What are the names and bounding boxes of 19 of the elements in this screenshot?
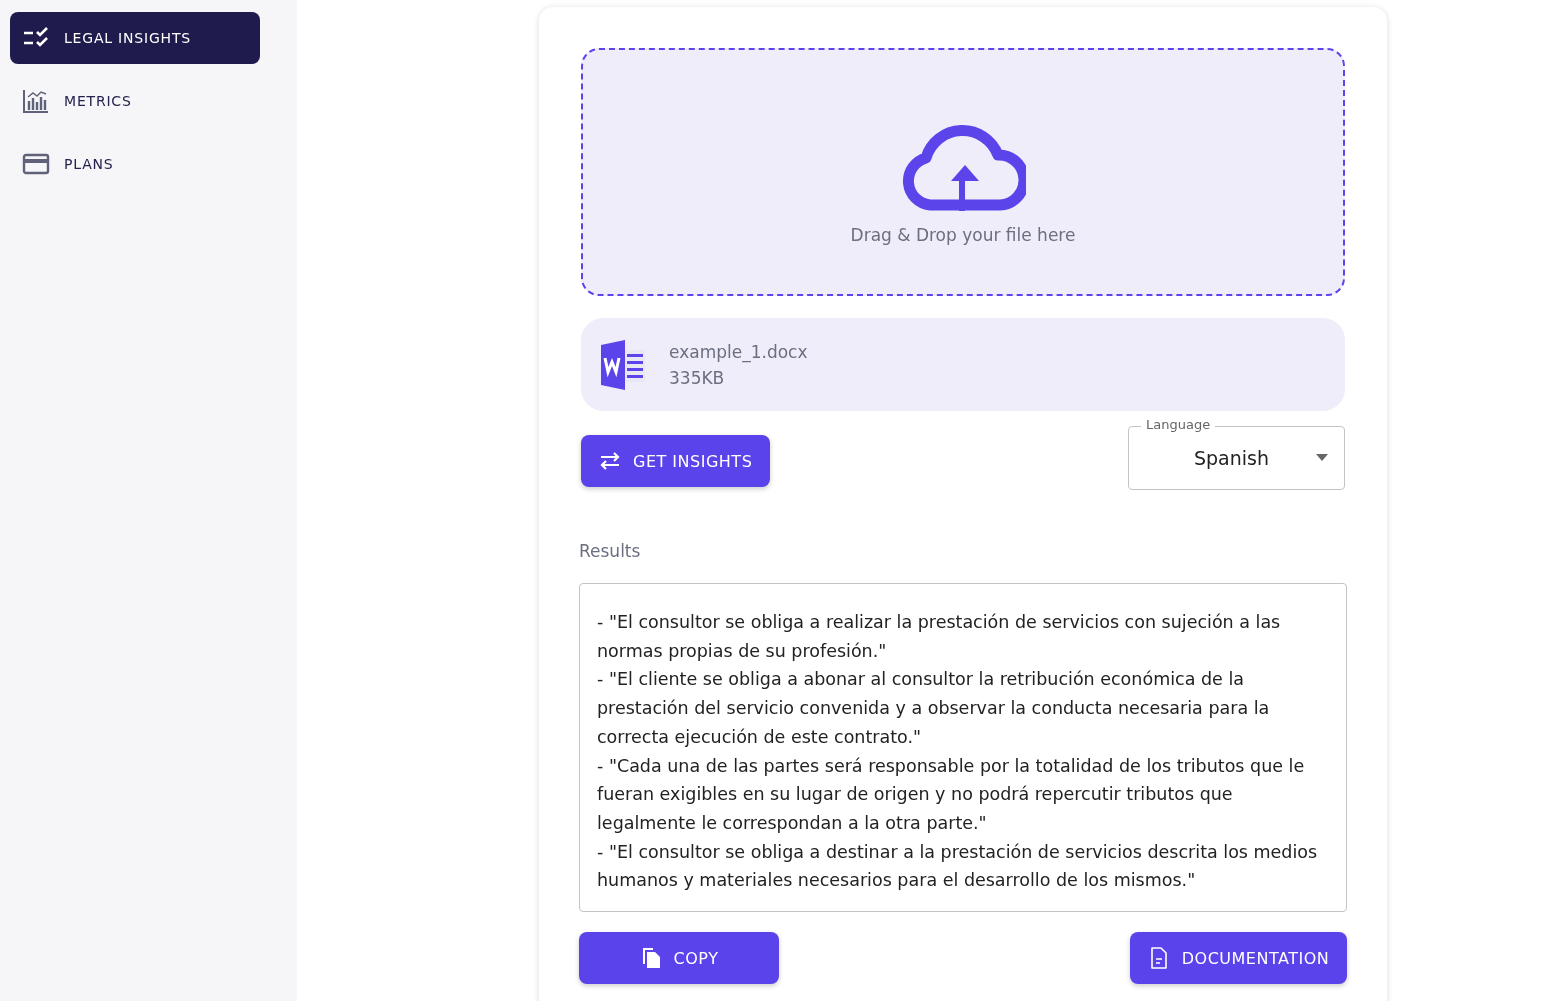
caret-icon bbox=[1316, 454, 1328, 461]
language-label: Language bbox=[1141, 417, 1216, 433]
get-insights-button[interactable]: GET INSIGHTS bbox=[581, 435, 771, 487]
sidebar-item[interactable]: PLANS bbox=[10, 138, 260, 190]
documentation-button[interactable]: DOCUMENTATION bbox=[1130, 932, 1347, 985]
sidebar-item[interactable]: LEGAL INSIGHTS bbox=[10, 12, 260, 64]
cloud-upload-icon bbox=[900, 125, 1026, 211]
bar-chart-icon bbox=[22, 88, 50, 114]
sidebar-item[interactable]: METRICS bbox=[10, 75, 260, 127]
word-document-icon bbox=[599, 339, 647, 390]
drop-zone[interactable]: Drag & Drop your file here bbox=[581, 48, 1345, 296]
swap-arrows-icon bbox=[599, 450, 621, 472]
copy-button[interactable]: COPY bbox=[579, 932, 779, 985]
credit-card-icon bbox=[22, 151, 50, 177]
file-name: example_1.docx bbox=[669, 341, 808, 362]
results-label: Results bbox=[579, 541, 642, 561]
results-text-area[interactable]: - "El consultor se obliga a realizar la prestación de servicios con sujeción a las normas propias de su profesión." - "El cliente se obliga a abonar al consultor la retribución económica de la prestación del servicio convenida y a observar la conducta necesaria para la correcta ejecución de este contrato." - "Cada una de las partes será responsable por la totalidad de los tributos que le fueran exigibles en su lugar de origen y no podrá repercutir tributos que legalmente le correspondan a la otra parte." - "El consultor se obliga a destinar a la prestación de servicios descrita los medios humanos y materiales necesarios para el desarrollo de los mismos." bbox=[579, 583, 1347, 913]
file-size: 335KB bbox=[669, 367, 726, 388]
drop-prompt: Drag & Drop your file here bbox=[850, 225, 1076, 245]
